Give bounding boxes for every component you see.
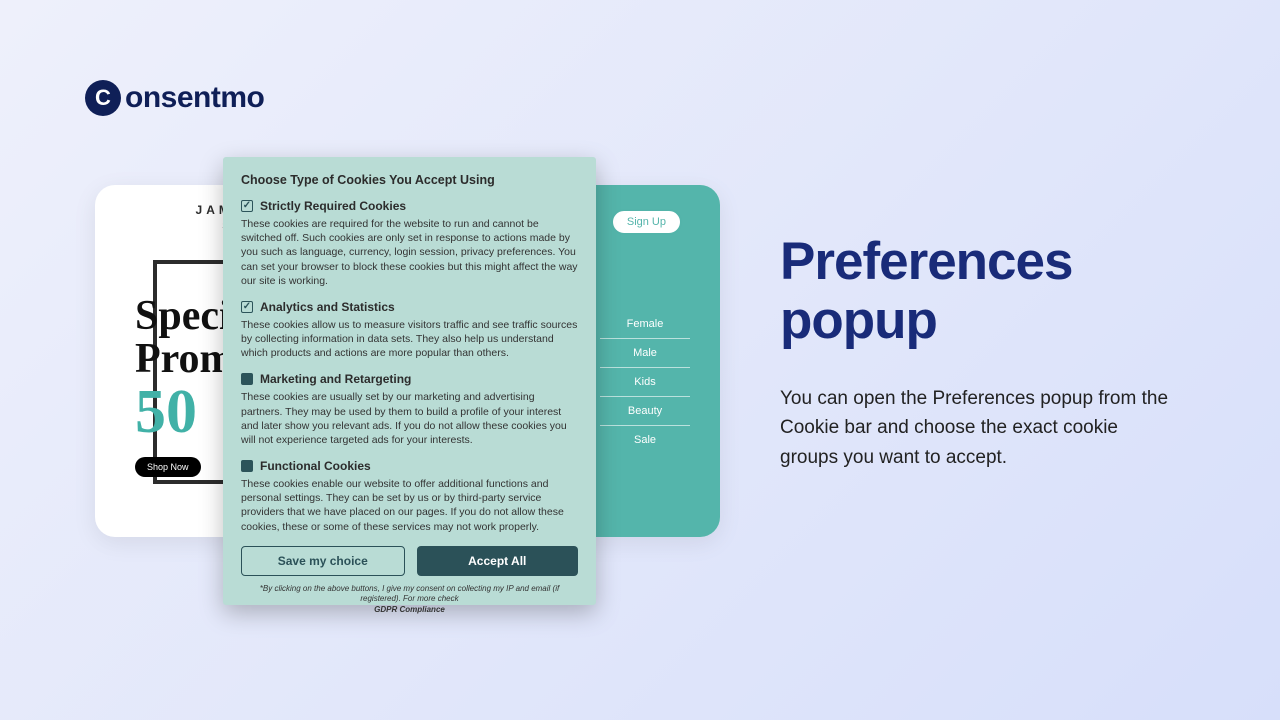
cookie-label: Functional Cookies: [260, 459, 371, 473]
cookie-label: Analytics and Statistics: [260, 300, 395, 314]
category-item[interactable]: Kids: [600, 368, 690, 397]
consent-note: *By clicking on the above buttons, I giv…: [241, 584, 578, 615]
preferences-popup: Choose Type of Cookies You Accept Using …: [223, 157, 596, 605]
logo-mark-icon: C: [85, 80, 121, 116]
promo-text: Speci Prom 50: [135, 295, 235, 443]
cookie-description: These cookies are required for the websi…: [241, 217, 578, 288]
accept-all-button[interactable]: Accept All: [417, 546, 579, 576]
consent-note-text: *By clicking on the above buttons, I giv…: [260, 584, 559, 603]
category-item[interactable]: Female: [600, 310, 690, 339]
checkbox-marketing[interactable]: [241, 373, 253, 385]
heading-line2: popup: [780, 291, 937, 350]
cookie-label: Marketing and Retargeting: [260, 372, 411, 386]
save-choice-button[interactable]: Save my choice: [241, 546, 405, 576]
cookie-group-functional: Functional Cookies These cookies enable …: [241, 459, 578, 534]
category-item[interactable]: Sale: [600, 426, 690, 454]
cookie-label: Strictly Required Cookies: [260, 199, 406, 213]
cookie-description: These cookies are usually set by our mar…: [241, 390, 578, 447]
checkbox-analytics[interactable]: [241, 301, 253, 313]
promo-line3: 50: [135, 381, 235, 443]
category-item[interactable]: Beauty: [600, 397, 690, 426]
popup-title: Choose Type of Cookies You Accept Using: [241, 173, 578, 187]
checkbox-strict[interactable]: [241, 200, 253, 212]
shop-now-button[interactable]: Shop Now: [135, 457, 201, 477]
cookie-group-strict: Strictly Required Cookies These cookies …: [241, 199, 578, 288]
gdpr-link[interactable]: GDPR Compliance: [374, 605, 445, 614]
feature-description: You can open the Preferences popup from …: [780, 384, 1180, 472]
cookie-description: These cookies allow us to measure visito…: [241, 318, 578, 361]
category-item[interactable]: Male: [600, 339, 690, 368]
cookie-description: These cookies enable our website to offe…: [241, 477, 578, 534]
heading-line1: Preferences: [780, 232, 1072, 291]
popup-button-row: Save my choice Accept All: [241, 546, 578, 576]
feature-heading: Preferences popup: [780, 232, 1185, 351]
cookie-group-analytics: Analytics and Statistics These cookies a…: [241, 300, 578, 361]
brand-logo: C onsentmo: [85, 80, 264, 116]
promo-line1: Speci: [135, 295, 235, 338]
cookie-group-marketing: Marketing and Retargeting These cookies …: [241, 372, 578, 447]
signup-button[interactable]: Sign Up: [611, 209, 682, 235]
checkbox-functional[interactable]: [241, 460, 253, 472]
logo-text: onsentmo: [125, 81, 264, 115]
promo-line2: Prom: [135, 338, 235, 381]
category-list: Female Male Kids Beauty Sale: [600, 310, 690, 454]
